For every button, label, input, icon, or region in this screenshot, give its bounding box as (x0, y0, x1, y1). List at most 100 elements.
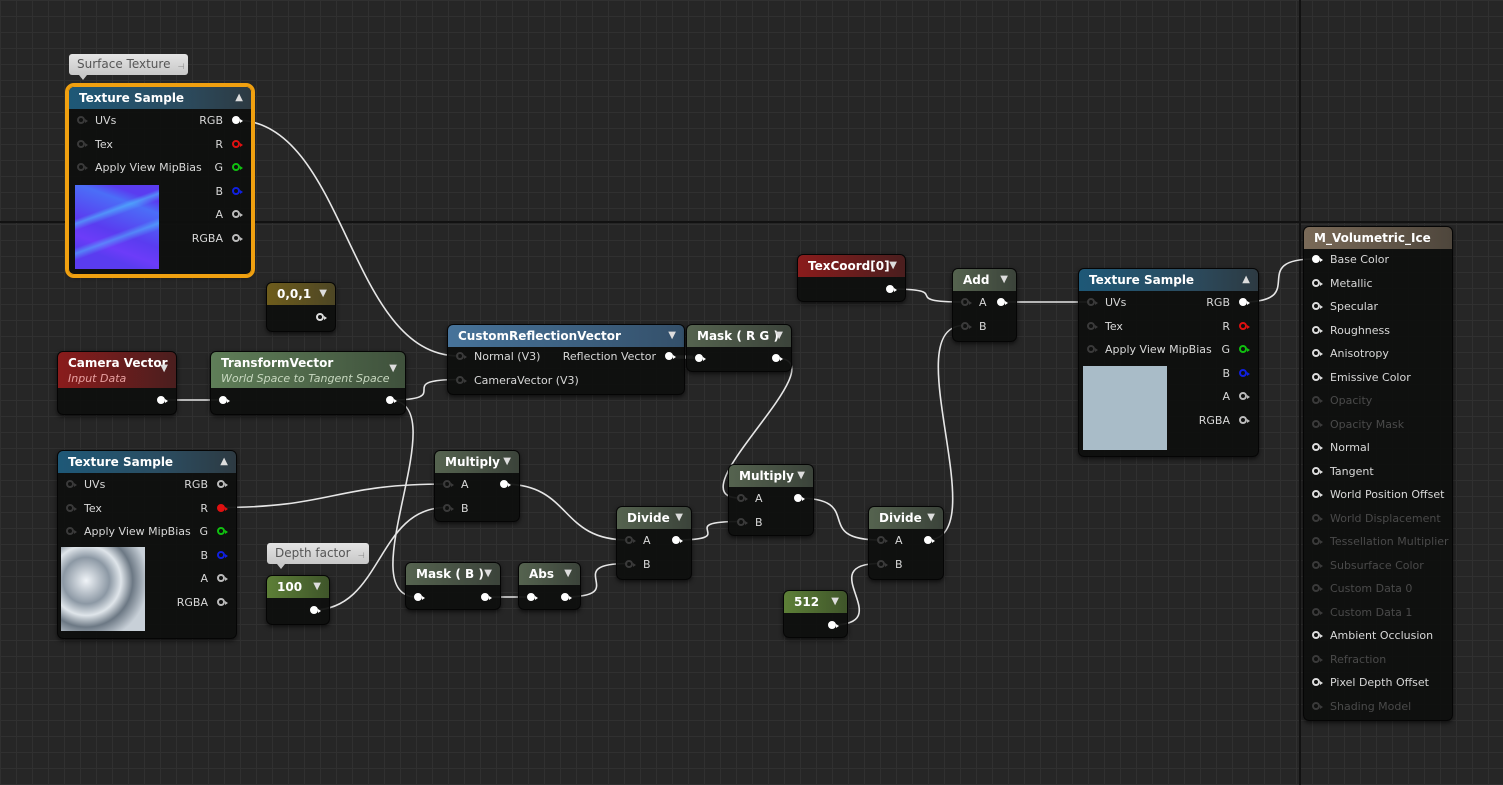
pin-icon[interactable] (877, 536, 888, 544)
node-texcoord-0[interactable]: TexCoord[0] ▼ (797, 254, 906, 302)
output-pin-a[interactable]: A (215, 207, 243, 223)
node-multiply[interactable]: Multiply ▼ A B (434, 450, 520, 522)
expand-arrow-icon[interactable]: ▼ (675, 507, 683, 529)
pin-icon[interactable] (217, 550, 228, 559)
pin-icon[interactable] (561, 593, 572, 601)
pin-icon[interactable] (1087, 321, 1098, 330)
input-pin-a[interactable]: A (625, 533, 651, 549)
input-pin-b[interactable]: B (625, 557, 651, 573)
pin-icon[interactable] (443, 480, 454, 488)
input-pin-shading-model[interactable]: Shading Model (1312, 699, 1411, 715)
node-header[interactable]: 0,0,1 ▼ (267, 283, 335, 305)
input-pin-b[interactable]: B (443, 501, 469, 517)
node-header[interactable]: Mask ( R G ) ▼ (687, 325, 791, 347)
pin-icon[interactable] (443, 503, 454, 512)
expand-arrow-icon[interactable]: ▼ (889, 255, 897, 277)
node-add[interactable]: Add ▼ A B (952, 268, 1017, 342)
pin-icon[interactable] (1239, 345, 1250, 353)
output-pin-value[interactable] (148, 393, 168, 409)
pin-icon[interactable] (1087, 345, 1098, 353)
node-customreflectionvector[interactable]: CustomReflectionVector ▼ Normal (V3) Camera… (447, 324, 685, 395)
node-texture-sample[interactable]: Texture Sample ▲ UVs Tex Apply View MipBias R… (65, 83, 255, 278)
pin-icon[interactable] (625, 559, 636, 568)
node-multiply[interactable]: Multiply ▼ A B (728, 464, 814, 536)
pin-icon[interactable] (1312, 443, 1323, 451)
input-pin-b[interactable]: B (737, 515, 763, 531)
input-pin-custom-data-1[interactable]: Custom Data 1 (1312, 605, 1412, 621)
pin-icon[interactable] (500, 480, 511, 488)
node-transformvector[interactable]: TransformVector World Space to Tangent Sp… (210, 351, 406, 415)
pin-icon[interactable] (219, 396, 230, 404)
pin-icon[interactable] (672, 536, 683, 544)
node-mask-r-g[interactable]: Mask ( R G ) ▼ (686, 324, 792, 372)
pin-icon[interactable] (665, 352, 676, 360)
output-pin-value[interactable] (763, 351, 783, 367)
node-header[interactable]: Camera Vector Input Data ▼ (58, 352, 176, 388)
pin-icon[interactable] (1087, 298, 1098, 306)
expand-arrow-icon[interactable]: ▼ (797, 465, 805, 487)
node-header[interactable]: 512 ▼ (784, 591, 847, 613)
pin-icon[interactable] (66, 527, 77, 535)
node-divide[interactable]: Divide ▼ A B (868, 506, 944, 580)
input-pin-a[interactable]: A (737, 491, 763, 507)
output-pin-a[interactable]: A (200, 571, 228, 587)
pin-icon[interactable] (1312, 490, 1323, 498)
input-pin-uvs[interactable]: UVs (77, 113, 116, 129)
pin-icon[interactable] (1312, 607, 1323, 616)
collapse-arrow-icon[interactable]: ▲ (220, 451, 228, 473)
pin-icon[interactable] (1312, 349, 1323, 357)
output-pin-b[interactable]: B (1222, 366, 1250, 382)
expand-arrow-icon[interactable]: ▼ (668, 325, 676, 347)
pin-icon[interactable] (1239, 368, 1250, 377)
input-pin-a[interactable]: A (961, 295, 987, 311)
pin-icon[interactable] (157, 396, 168, 404)
pin-icon[interactable] (1312, 701, 1323, 710)
expand-arrow-icon[interactable]: ▼ (564, 563, 572, 585)
pin-icon[interactable] (737, 517, 748, 526)
input-pin-tex[interactable]: Tex (1087, 319, 1123, 335)
pin-icon[interactable] (1312, 678, 1323, 686)
input-pin-tangent[interactable]: Tangent (1312, 464, 1374, 480)
pin-comment-icon[interactable]: ⊣ (178, 56, 185, 77)
node-divide[interactable]: Divide ▼ A B (616, 506, 692, 580)
input-pin-subsurface-color[interactable]: Subsurface Color (1312, 558, 1424, 574)
input-pin-pixel-depth-offset[interactable]: Pixel Depth Offset (1312, 675, 1429, 691)
input-pin-tex[interactable]: Tex (66, 501, 102, 517)
output-pin-rgba[interactable]: RGBA (177, 595, 228, 611)
pin-icon[interactable] (217, 527, 228, 535)
pin-icon[interactable] (695, 354, 706, 362)
pin-icon[interactable] (77, 139, 88, 148)
node-header[interactable]: 100 ▼ (267, 576, 329, 598)
pin-icon[interactable] (77, 163, 88, 171)
pin-icon[interactable] (66, 503, 77, 512)
output-pin-value[interactable] (877, 282, 897, 298)
output-pin-g[interactable]: G (214, 160, 243, 176)
pin-icon[interactable] (386, 396, 397, 404)
node-100[interactable]: 100 ▼ (266, 575, 330, 625)
pin-icon[interactable] (1312, 560, 1323, 569)
expand-arrow-icon[interactable]: ▼ (831, 591, 839, 613)
input-pin-metallic[interactable]: Metallic (1312, 276, 1373, 292)
pin-icon[interactable] (217, 574, 228, 582)
pin-icon[interactable] (625, 536, 636, 544)
input-pin-b[interactable]: B (961, 319, 987, 335)
pin-icon[interactable] (414, 593, 425, 601)
expand-arrow-icon[interactable]: ▼ (775, 325, 783, 347)
input-pin-world-displacement[interactable]: World Displacement (1312, 511, 1441, 527)
input-pin-opacity-mask[interactable]: Opacity Mask (1312, 417, 1404, 433)
expand-arrow-icon[interactable]: ▼ (319, 283, 327, 305)
pin-icon[interactable] (877, 559, 888, 568)
pin-icon[interactable] (961, 321, 972, 330)
input-pin-anisotropy[interactable]: Anisotropy (1312, 346, 1389, 362)
input-pin-uvs[interactable]: UVs (66, 477, 105, 493)
output-pin-value[interactable] (491, 477, 511, 493)
input-pin-emissive-color[interactable]: Emissive Color (1312, 370, 1411, 386)
pin-icon[interactable] (1312, 419, 1323, 428)
pin-icon[interactable] (1312, 631, 1323, 639)
pin-icon[interactable] (1312, 584, 1323, 592)
node-0-0-1[interactable]: 0,0,1 ▼ (266, 282, 336, 332)
pin-icon[interactable] (481, 593, 492, 601)
input-pin-ambient-occlusion[interactable]: Ambient Occlusion (1312, 628, 1433, 644)
node-512[interactable]: 512 ▼ (783, 590, 848, 638)
node-header[interactable]: Multiply ▼ (729, 465, 813, 487)
